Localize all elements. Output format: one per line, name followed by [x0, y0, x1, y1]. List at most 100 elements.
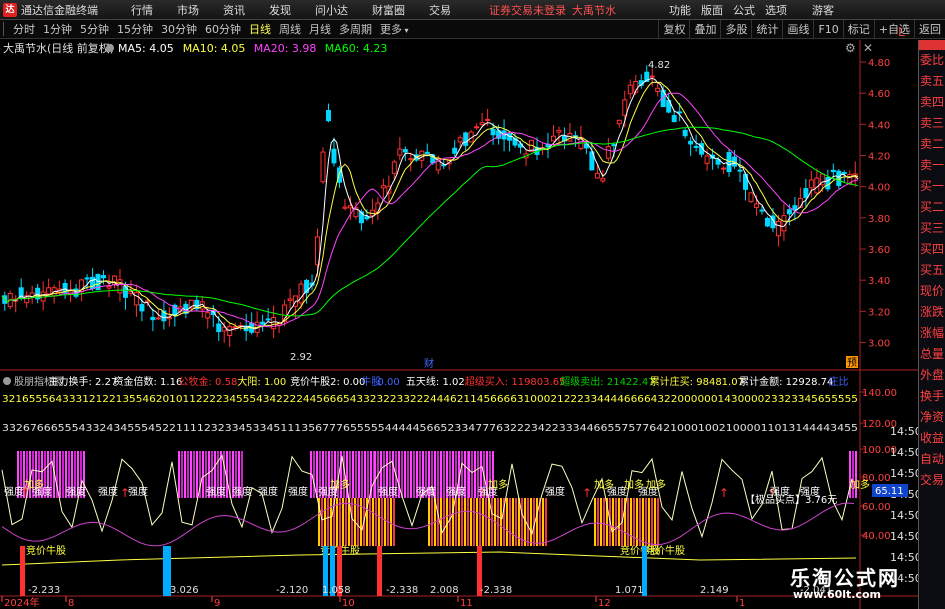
stripe-bar [443, 498, 445, 546]
candle-body [627, 84, 633, 95]
yellow-line [1, 551, 857, 566]
stripe-bar [190, 451, 192, 498]
candle-body [693, 145, 699, 148]
stripe-bar [59, 451, 61, 498]
stripe-bar [467, 498, 469, 546]
settings-icon[interactable] [106, 44, 114, 52]
stripe-bar [600, 498, 602, 546]
sidebar-item[interactable]: 自动 [919, 449, 945, 470]
date-label: 8 [68, 598, 74, 609]
stripe-bar [437, 451, 439, 498]
candle-body [101, 275, 107, 279]
strength-tag: 强度 [66, 485, 86, 498]
sidebar-item[interactable]: 换手 [919, 386, 945, 407]
stripe-bar [196, 451, 198, 498]
news-marker[interactable]: 财 [424, 357, 434, 370]
indicator-value: 累计庄买: 98481.07 [650, 375, 744, 388]
indicator-value: 累计金额: 12928.74 [739, 375, 833, 388]
stripe-bar [381, 498, 383, 546]
stripe-bar [615, 498, 617, 546]
candle-body [781, 215, 787, 232]
candle-body [457, 137, 463, 143]
stripe-bar [390, 498, 392, 546]
panel-close-icon[interactable]: ✕ [863, 41, 873, 55]
bottom-value-label: -2.120 [276, 585, 308, 596]
stripe-bar [62, 451, 64, 498]
date-label: 2024年 [4, 596, 39, 609]
sidebar-item[interactable]: 卖二 [919, 134, 945, 155]
stripe-bar [458, 498, 460, 546]
stripe-bar [428, 498, 430, 546]
stripe-bar [324, 498, 326, 546]
panel-settings-icon[interactable]: ⚙ [845, 41, 856, 55]
forecast-marker[interactable]: 预 [847, 357, 857, 369]
sidebar-item[interactable]: 收益 [919, 428, 945, 449]
stripe-bar [627, 498, 629, 546]
l2-indicator: L [898, 25, 905, 39]
stripe-bar [374, 451, 376, 498]
stripe-bar [187, 451, 189, 498]
candle-body [227, 326, 233, 337]
candle-body [622, 99, 628, 116]
strength-tag: 强度 [545, 485, 565, 498]
kline-chart[interactable]: 4.80 4.60 4.40 4.20 4.00 3.80 3.60 3.40 3.20 3.00… [0, 0, 918, 609]
stripe-bar [455, 498, 457, 546]
candle-body [721, 167, 727, 170]
stripe-bar [648, 498, 650, 546]
price-tick-label: 4.80 [868, 58, 890, 69]
candle-body [424, 151, 430, 154]
stripe-bar [351, 498, 353, 546]
watermark-title: 乐淘公式网 [790, 566, 900, 590]
sidebar-item[interactable]: 买三 [919, 218, 945, 239]
stripe-bar [443, 451, 445, 498]
stripe-bar [330, 498, 332, 546]
candle-body [550, 135, 556, 142]
candle-body [117, 279, 123, 294]
candle-body [391, 161, 397, 174]
stripe-bar [367, 451, 369, 498]
sidebar-item[interactable]: 总量 [919, 344, 945, 365]
candle-body [753, 203, 759, 208]
candle-body [792, 205, 798, 211]
sidebar-item[interactable]: 买一 [919, 176, 945, 197]
sidebar-item[interactable]: 买五 [919, 260, 945, 281]
sidebar-item[interactable]: 涨幅 [919, 323, 945, 344]
candle-body [342, 206, 348, 209]
stripe-bar [449, 498, 451, 546]
candle-body [825, 177, 831, 190]
stripe-bar [603, 498, 605, 546]
sidebar-item[interactable]: 现价 [919, 281, 945, 302]
sidebar-item[interactable]: 外盘 [919, 365, 945, 386]
buy-arrow-icon: ↑ [582, 486, 592, 500]
sidebar-item[interactable]: 买四 [919, 239, 945, 260]
toolbar-button[interactable]: 返回 [914, 20, 945, 39]
indicator-settings-icon[interactable] [3, 377, 11, 385]
sidebar-item[interactable]: 净资 [919, 407, 945, 428]
price-tick-label: 4.20 [868, 152, 890, 163]
sidebar-item[interactable]: 交易 [919, 470, 945, 491]
sidebar-item[interactable]: 卖一 [919, 155, 945, 176]
stripe-bar [339, 498, 341, 546]
stripe-bar [393, 498, 395, 546]
strength-tag: 强度 [4, 485, 24, 498]
sidebar-item[interactable]: 卖三 [919, 113, 945, 134]
candle-body [474, 126, 480, 129]
bottom-value-label: 2.149 [700, 585, 729, 596]
price-tick-label: 4.60 [868, 89, 890, 100]
stripe-bar [446, 498, 448, 546]
sidebar-item[interactable]: 买二 [919, 197, 945, 218]
sidebar-item[interactable]: 卖四 [919, 92, 945, 113]
sidebar-item[interactable]: 委比 [919, 50, 945, 71]
sidebar-item[interactable]: 卖五 [919, 71, 945, 92]
stripe-bar [612, 498, 614, 546]
stripe-bar [193, 451, 195, 498]
stripe-bar [181, 451, 183, 498]
stripe-bar [633, 498, 635, 546]
bottom-value-label: -2.233 [28, 585, 60, 596]
sidebar-item[interactable]: 涨跌 [919, 302, 945, 323]
add-position-tag: 加多 [24, 478, 44, 491]
price-tick-label: 3.20 [868, 307, 890, 318]
candle-body [594, 172, 600, 179]
candle-body [830, 169, 836, 173]
strength-tag: 强度 [258, 485, 278, 498]
